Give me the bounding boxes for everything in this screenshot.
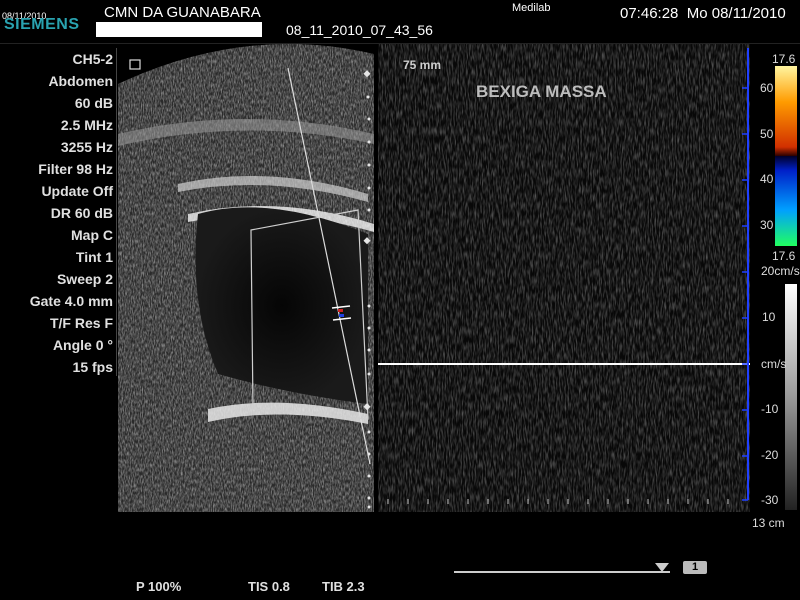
velocity-label-unit: cm/s xyxy=(761,357,787,371)
depth-label: 75 mm xyxy=(403,58,442,72)
param-frequency: 2.5 MHz xyxy=(60,117,113,133)
spectrum-noise xyxy=(378,44,750,512)
tis-index: TIS 0.8 xyxy=(248,579,290,594)
param-transducer: CH5-2 xyxy=(72,51,113,67)
velocity-label-neg30: -30 xyxy=(761,493,779,507)
bmode-image[interactable] xyxy=(118,44,374,512)
bladder-lumen xyxy=(195,207,368,404)
param-map: Map C xyxy=(71,227,113,243)
color-scale-bottom: 17.6 xyxy=(772,249,796,263)
tib-index: TIB 2.3 xyxy=(322,579,365,594)
color-scale-label-50: 50 xyxy=(760,127,774,141)
clock-date: Mo 08/11/2010 xyxy=(686,5,786,22)
param-sweep: Sweep 2 xyxy=(56,271,113,287)
image-annotation[interactable]: BEXIGA MASSA xyxy=(476,82,607,102)
param-gain: 60 dB xyxy=(74,95,113,111)
flow-red xyxy=(338,309,343,312)
exam-id: 08_11_2010_07_43_56 xyxy=(286,22,433,38)
scale-depth: 13 cm xyxy=(752,516,785,530)
param-preset: Abdomen xyxy=(48,73,113,89)
site-name: Medilab xyxy=(512,2,551,14)
velocity-label-neg20: -20 xyxy=(761,448,779,462)
param-prf: 3255 Hz xyxy=(60,139,113,155)
param-angle: Angle 0 ° xyxy=(52,337,113,353)
page-indicator[interactable]: 1 xyxy=(683,561,707,574)
color-scale-label-60: 60 xyxy=(760,81,774,95)
cine-slider-track[interactable] xyxy=(454,571,670,573)
parameter-divider xyxy=(116,48,117,376)
orientation-icon xyxy=(129,59,141,70)
flow-blue xyxy=(339,314,344,317)
param-filter: Filter 98 Hz xyxy=(38,161,113,177)
velocity-top-unit: cm/s xyxy=(774,264,800,278)
clock: 07:46:28 Mo 08/11/2010 xyxy=(620,5,786,22)
param-dynamic-range: DR 60 dB xyxy=(50,205,113,221)
velocity-top-value: 20 xyxy=(761,264,775,278)
doppler-spectrum[interactable] xyxy=(378,44,750,512)
patient-name-field[interactable] xyxy=(96,22,262,37)
cine-slider-handle-icon[interactable] xyxy=(655,563,669,572)
param-gate: Gate 4.0 mm xyxy=(29,293,113,309)
param-tf-res: T/F Res F xyxy=(49,315,113,331)
param-update: Update Off xyxy=(41,183,113,199)
institution-name: CMN DA GUANABARA xyxy=(104,4,261,21)
clock-time: 07:46:28 xyxy=(620,5,679,22)
param-tint: Tint 1 xyxy=(75,249,113,265)
velocity-label-top: 20cm/s xyxy=(761,264,800,278)
acoustic-power: P 100% xyxy=(136,579,182,594)
grayscale-bar xyxy=(785,284,797,510)
color-scale-label-30: 30 xyxy=(760,218,774,232)
parameter-list: CH5-2 Abdomen 60 dB 2.5 MHz 3255 Hz Filt… xyxy=(0,48,113,378)
param-fps: 15 fps xyxy=(72,359,113,375)
color-scale-label-40: 40 xyxy=(760,172,774,186)
color-scale-top: 17.6 xyxy=(772,52,796,66)
velocity-label-10: 10 xyxy=(762,310,776,324)
brand-logo: SIEMENS xyxy=(4,16,80,33)
velocity-label-neg10: -10 xyxy=(761,402,779,416)
color-scale-bar xyxy=(775,66,797,246)
